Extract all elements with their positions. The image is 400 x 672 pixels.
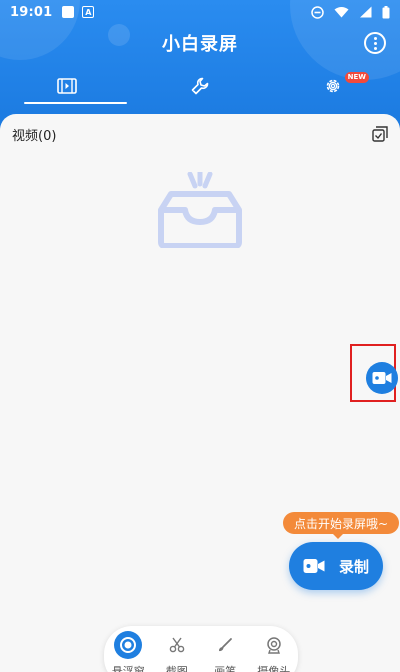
- more-dot: [373, 46, 377, 50]
- wifi-icon: [334, 7, 349, 18]
- tab-settings[interactable]: NEW: [267, 66, 400, 106]
- tab-videos[interactable]: [0, 66, 133, 106]
- more-options-button[interactable]: [364, 32, 386, 54]
- notification-a-icon: A: [82, 6, 95, 18]
- brush-icon: [219, 638, 233, 652]
- more-dot: [373, 41, 377, 45]
- gear-icon: [327, 79, 340, 93]
- floating-window-icon: [114, 631, 143, 659]
- toolbar-label: 截图: [165, 665, 188, 672]
- notification-square-icon: [62, 6, 75, 18]
- floating-record-button[interactable]: [366, 362, 398, 394]
- brush-icon-wrap: [210, 630, 240, 660]
- webcam-icon-wrap: [259, 630, 289, 660]
- multi-select-button[interactable]: [372, 126, 388, 142]
- video-camera-icon: [303, 559, 325, 573]
- do-not-disturb-icon: [311, 5, 324, 19]
- toolbar-label: 画笔: [214, 665, 237, 672]
- toolbar-floating-window[interactable]: 悬浮窗: [106, 630, 150, 672]
- videos-count-label: 视频(0): [12, 128, 57, 144]
- webcam-icon: [267, 636, 281, 654]
- app-title: 小白录屏: [162, 34, 238, 55]
- tab-bar: NEW: [0, 66, 400, 106]
- tab-tools[interactable]: [133, 66, 266, 106]
- floating-window-icon-wrap: [113, 630, 143, 660]
- signal-icon: [360, 6, 372, 18]
- video-camera-icon: [372, 372, 392, 384]
- scissors-icon: [169, 637, 185, 653]
- record-tip-bubble: 点击开始录屏哦~: [283, 512, 399, 539]
- toolbar-label: 悬浮窗: [111, 665, 145, 672]
- multi-select-icon: [372, 126, 388, 142]
- record-label: 录制: [339, 557, 370, 576]
- toolbar-brush[interactable]: 画笔: [203, 630, 247, 672]
- content-header: 视频(0): [12, 124, 388, 144]
- new-badge: NEW: [344, 72, 370, 83]
- toolbar-camera[interactable]: 摄像头: [252, 630, 296, 672]
- record-button[interactable]: 录制: [289, 542, 383, 590]
- status-bar: 19:01 A: [0, 0, 400, 24]
- status-time: 19:01: [10, 4, 53, 20]
- wrench-icon: [191, 77, 209, 95]
- status-icons: [311, 5, 390, 19]
- scissors-icon-wrap: [162, 630, 192, 660]
- battery-icon: [382, 5, 390, 18]
- empty-inbox-icon: [158, 172, 242, 248]
- floating-camera-highlight: [350, 344, 398, 402]
- title-row: 小白录屏: [0, 28, 400, 58]
- video-file-icon: [56, 78, 77, 94]
- toolbar-label: 摄像头: [257, 665, 291, 672]
- bottom-toolbar: 悬浮窗 截图 画笔 摄像头: [104, 626, 298, 672]
- toolbar-screenshot[interactable]: 截图: [155, 630, 199, 672]
- more-dot: [373, 36, 377, 40]
